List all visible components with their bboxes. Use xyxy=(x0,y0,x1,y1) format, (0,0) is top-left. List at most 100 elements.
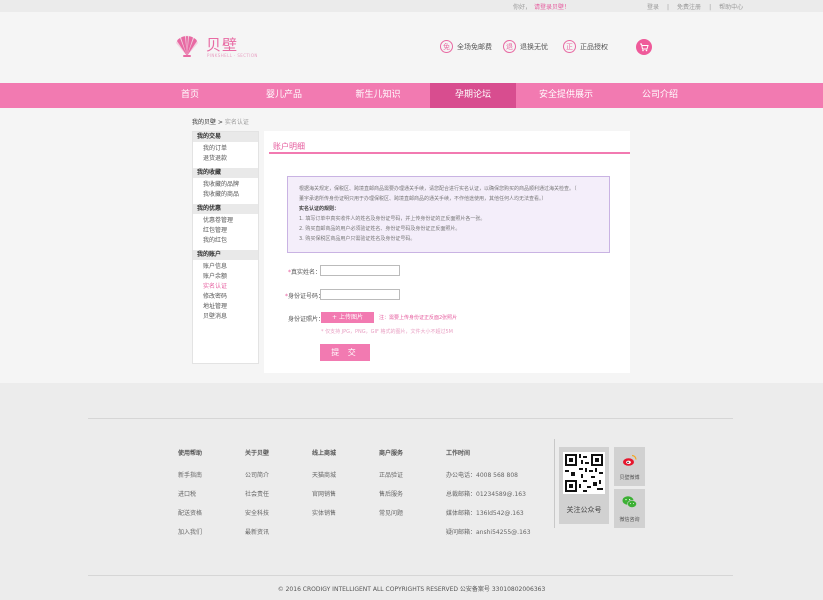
sidebar-item-balance[interactable]: 账户余额 xyxy=(203,272,258,282)
link-separator: | xyxy=(709,4,712,11)
sidebar-item-refunds[interactable]: 退货退款 xyxy=(203,154,258,164)
link-separator: | xyxy=(667,4,670,11)
footer-link[interactable]: 常见问题 xyxy=(379,508,403,527)
sidebar-item-account-info[interactable]: 账户信息 xyxy=(203,262,258,272)
sidebar-section-title: 我的账户 xyxy=(193,250,258,260)
sidebar-section-title: 我的收藏 xyxy=(193,168,258,178)
footer-link[interactable]: 安全科技 xyxy=(245,508,269,527)
footer-col-title: 线上商城 xyxy=(312,450,337,457)
footer-divider xyxy=(88,418,733,419)
nav-newborn-knowledge[interactable]: 新生儿知识 xyxy=(338,83,418,108)
top-bar: 你好， 请登录贝壁！ 登录 | 免费注册 | 帮助中心 xyxy=(0,0,823,12)
sidebar-section-list: 优惠卷管理 红包管理 我的红包 xyxy=(193,214,258,250)
qr-label: 关注公众号 xyxy=(566,506,602,514)
verification-panel: 账户明细 根据海关规定，保税区、跨境直邮商品需要办理通关手续，请您配合进行实名认… xyxy=(264,131,630,373)
submit-button[interactable]: 提 交 xyxy=(320,344,370,361)
footer-link[interactable]: 社会责任 xyxy=(245,489,269,508)
nav-home[interactable]: 首页 xyxy=(150,83,230,108)
sidebar-section-list: 我的订单 退货退款 xyxy=(193,142,258,168)
contact-line: 总裁邮箱：01234589@.163 xyxy=(446,491,526,498)
promo-easy-returns: 退 退换无忧 xyxy=(503,40,548,53)
logo-subtitle: PINKSHELL · SECTION xyxy=(207,53,258,58)
footer-vertical-divider xyxy=(554,439,555,528)
real-name-label: *真实姓名： xyxy=(288,267,321,276)
sidebar-item-orders[interactable]: 我的订单 xyxy=(203,144,258,154)
sidebar-item-change-password[interactable]: 修改密码 xyxy=(203,292,258,302)
sidebar-item-coupons[interactable]: 优惠卷管理 xyxy=(203,216,258,226)
real-name-label-text: 真实姓名： xyxy=(291,269,322,276)
panel-header: 账户明细 xyxy=(269,134,630,154)
real-name-input[interactable] xyxy=(320,265,400,276)
shell-logo-icon[interactable] xyxy=(173,34,201,58)
site-footer: 使用帮助 新手指南 进口税 配送资格 加入我们 关于贝壁 公司简介 社会责任 安… xyxy=(0,383,823,600)
id-photo-label: 身份证照片： xyxy=(288,316,325,323)
greeting-text: 你好， xyxy=(513,4,532,11)
footer-col-online-store: 线上商城 天猫商城 官网销售 实体销售 xyxy=(312,448,336,527)
nav-safety-showcase[interactable]: 安全提供展示 xyxy=(524,83,608,108)
promo-label: 正品授权 xyxy=(580,42,608,51)
qr-code-card[interactable]: 关注公众号 xyxy=(559,447,609,524)
site-header: 贝壁 PINKSHELL · SECTION 免 全场免邮费 退 退换无忧 正 … xyxy=(0,12,823,83)
sidebar-section-title: 我的优惠 xyxy=(193,204,258,214)
contact-line: 疑问邮箱：anshi54255@.163 xyxy=(446,529,531,536)
sidebar-item-fav-brands[interactable]: 我收藏的品牌 xyxy=(203,180,258,190)
welcome-link[interactable]: 请登录贝壁！ xyxy=(534,4,570,11)
footer-link[interactable]: 正品验证 xyxy=(379,470,403,489)
help-link[interactable]: 帮助中心 xyxy=(719,4,743,11)
authentic-icon: 正 xyxy=(563,40,576,53)
footer-link[interactable]: 天猫商城 xyxy=(312,470,336,489)
footer-col-merchant: 商户服务 正品验证 售后服务 常见问题 xyxy=(379,448,403,527)
id-number-label: *身份证号码： xyxy=(285,291,324,300)
footer-link[interactable]: 售后服务 xyxy=(379,489,403,508)
footer-col-help: 使用帮助 新手指南 进口税 配送资格 加入我们 xyxy=(178,448,202,546)
sidebar-item-my-red-packets[interactable]: 我的红包 xyxy=(203,236,258,246)
wechat-card[interactable]: 微信咨询 xyxy=(614,489,645,528)
footer-link[interactable]: 公司简介 xyxy=(245,470,269,489)
sidebar-item-verification[interactable]: 实名认证 xyxy=(203,282,258,292)
rule-item: 3. 购买保税区商品用户只需验证姓名及身份证号码。 xyxy=(299,236,416,242)
format-hint: * 仅支持 JPG，PNG，GIF 格式的图片，文件大小不超过5M xyxy=(321,329,453,335)
register-link[interactable]: 免费注册 xyxy=(677,4,701,11)
nav-company-intro[interactable]: 公司介绍 xyxy=(620,83,700,108)
wechat-icon xyxy=(622,496,637,508)
notice-box: 根据海关规定，保税区、跨境直邮商品需要办理通关手续，请您配合进行实名认证，以确保… xyxy=(287,176,610,253)
sidebar-item-messages[interactable]: 贝壁消息 xyxy=(203,312,258,322)
footer-link[interactable]: 实体销售 xyxy=(312,508,336,527)
login-link[interactable]: 登录 xyxy=(647,4,659,11)
sidebar-item-addresses[interactable]: 地址管理 xyxy=(203,302,258,312)
upload-hint: 注：需要上传身份证正反面2张照片 xyxy=(379,315,458,321)
footer-col-title: 关于贝壁 xyxy=(245,450,270,457)
sidebar-item-fav-products[interactable]: 我收藏的商品 xyxy=(203,190,258,200)
footer-link[interactable]: 进口税 xyxy=(178,489,202,508)
rules-title: 实名认证的规则： xyxy=(299,206,340,212)
greeting: 你好， 请登录贝壁！ xyxy=(513,2,570,11)
qr-code-icon xyxy=(563,452,605,494)
breadcrumb-home[interactable]: 我的贝壁 xyxy=(192,119,216,126)
cart-icon[interactable] xyxy=(636,39,652,55)
weibo-icon xyxy=(623,454,637,466)
sidebar-section-list: 账户信息 账户余额 实名认证 修改密码 地址管理 贝壁消息 xyxy=(193,260,258,326)
footer-col-title: 商户服务 xyxy=(379,450,404,457)
upload-photo-button[interactable]: + 上传图片 xyxy=(321,312,374,323)
nav-baby-products[interactable]: 婴儿产品 xyxy=(244,83,324,108)
notice-line: 董宇承诺所传身份证明只用于办理保税区、跨境直邮商品的通关手续，不作他途使用，其他… xyxy=(299,196,547,202)
footer-link[interactable]: 配送资格 xyxy=(178,508,202,527)
logo-name[interactable]: 贝壁 xyxy=(206,34,238,55)
footer-link[interactable]: 加入我们 xyxy=(178,527,202,546)
notice-line: 根据海关规定，保税区、跨境直邮商品需要办理通关手续，请您配合进行实名认证，以确保… xyxy=(299,186,577,192)
footer-col-contact: 工作时间 办公电话：4008 568 808 总裁邮箱：01234589@.16… xyxy=(446,448,531,546)
sidebar-item-red-packets[interactable]: 红包管理 xyxy=(203,226,258,236)
top-links: 登录 | 免费注册 | 帮助中心 xyxy=(647,2,751,11)
footer-link[interactable]: 最新资讯 xyxy=(245,527,269,546)
id-number-input[interactable] xyxy=(320,289,400,300)
panel-title: 账户明细 xyxy=(273,142,305,151)
footer-link[interactable]: 官网销售 xyxy=(312,489,336,508)
footer-link[interactable]: 新手指南 xyxy=(178,470,202,489)
social-label: 微信咨询 xyxy=(619,517,640,523)
breadcrumb-current: 实名认证 xyxy=(224,119,249,126)
nav-pregnancy-forum[interactable]: 孕期论坛 xyxy=(430,83,516,108)
sidebar-section-list: 我收藏的品牌 我收藏的商品 xyxy=(193,178,258,204)
weibo-card[interactable]: 贝壁微博 xyxy=(614,447,645,486)
main-nav: 首页 婴儿产品 新生儿知识 孕期论坛 安全提供展示 公司介绍 xyxy=(0,83,823,108)
id-number-label-text: 身份证号码： xyxy=(288,293,325,300)
